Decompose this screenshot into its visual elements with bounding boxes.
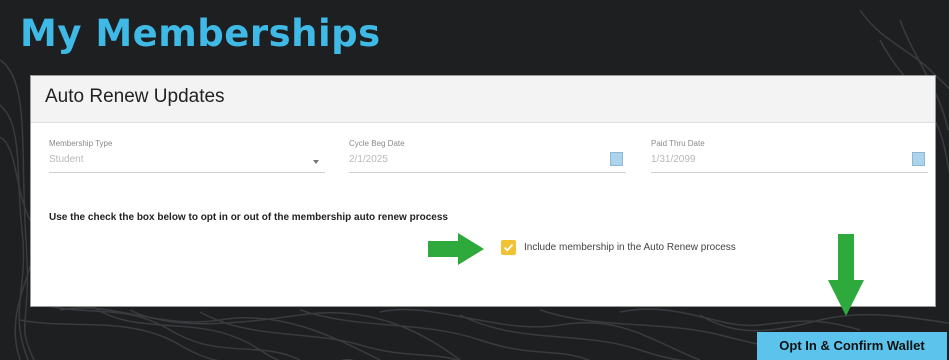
green-arrow-icon bbox=[428, 233, 484, 265]
panel-header: Auto Renew Updates bbox=[31, 76, 935, 123]
calendar-icon[interactable] bbox=[912, 152, 925, 166]
auto-renew-panel: Auto Renew Updates Membership Type Stude… bbox=[30, 75, 936, 307]
auto-renew-checkbox-label: Include membership in the Auto Renew pro… bbox=[524, 242, 736, 253]
chevron-down-icon[interactable] bbox=[313, 160, 319, 164]
membership-type-value: Student bbox=[49, 154, 84, 165]
checkmark-icon bbox=[503, 243, 514, 252]
membership-type-label: Membership Type bbox=[49, 139, 113, 148]
paid-thru-date-value: 1/31/2099 bbox=[651, 154, 696, 165]
calendar-icon[interactable] bbox=[610, 152, 623, 166]
cycle-beg-date-label: Cycle Beg Date bbox=[349, 139, 405, 148]
opt-in-confirm-wallet-button[interactable]: Opt In & Confirm Wallet bbox=[757, 332, 947, 360]
paid-thru-date-field[interactable]: Paid Thru Date 1/31/2099 bbox=[651, 139, 928, 173]
cycle-beg-date-field[interactable]: Cycle Beg Date 2/1/2025 bbox=[349, 139, 626, 173]
membership-type-select[interactable]: Membership Type Student bbox=[49, 139, 325, 173]
opt-in-instruction: Use the check the box below to opt in or… bbox=[49, 212, 448, 223]
cycle-beg-date-value: 2/1/2025 bbox=[349, 154, 388, 165]
page-title: My Memberships bbox=[20, 12, 381, 55]
auto-renew-checkbox[interactable] bbox=[501, 240, 516, 255]
green-arrow-icon bbox=[828, 234, 864, 316]
paid-thru-date-label: Paid Thru Date bbox=[651, 139, 705, 148]
